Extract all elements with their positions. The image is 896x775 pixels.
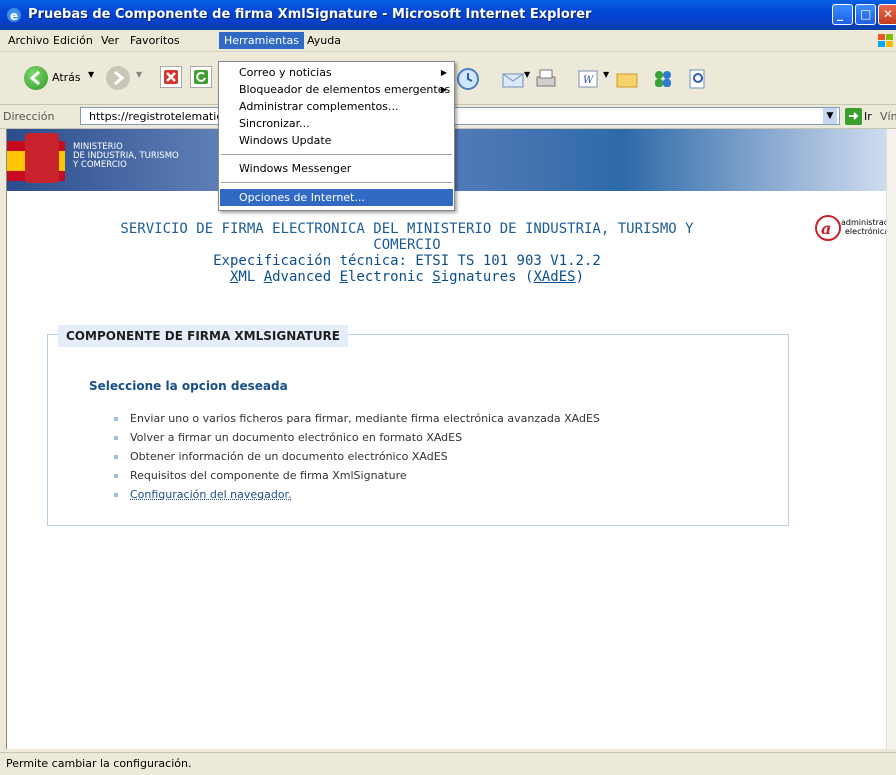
menu-separator [221, 154, 452, 155]
internet-explorer-icon: e [6, 7, 22, 23]
go-button[interactable] [845, 108, 862, 125]
back-arrow-icon [24, 66, 48, 90]
maximize-icon: □ [860, 8, 871, 20]
windows-logo-icon [876, 32, 896, 50]
back-button[interactable] [24, 66, 48, 90]
svg-text:e: e [10, 9, 18, 23]
menu-bar: Archivo Edición Ver Favoritos Herramient… [0, 30, 896, 52]
menu-edicion[interactable]: Edición [48, 32, 98, 49]
window-titlebar: e Pruebas de Componente de firma XmlSign… [0, 0, 896, 30]
submenu-arrow-icon: ▶ [441, 81, 447, 98]
address-input[interactable]: https://registrotelematico ▼ [80, 107, 840, 125]
minimize-button[interactable]: _ [832, 4, 853, 25]
menu-ayuda[interactable]: Ayuda [302, 32, 346, 49]
stop-icon [161, 67, 181, 87]
svg-text:a: a [821, 219, 831, 238]
maximize-button[interactable]: □ [855, 4, 876, 25]
option-obtener-informacion[interactable]: Obtener información de un documento elec… [114, 447, 600, 466]
menu-item-messenger[interactable]: Windows Messenger [220, 160, 453, 177]
header-line-4: XML Advanced Electronic Signatures (XAdE… [27, 269, 787, 285]
menu-item-bloqueador[interactable]: Bloqueador de elementos emergentes ▶ [220, 81, 453, 98]
mail-icon[interactable] [500, 66, 526, 92]
forward-dropdown-icon[interactable]: ▼ [136, 70, 142, 79]
address-label: Dirección [3, 110, 54, 123]
research-icon[interactable] [685, 66, 711, 92]
address-dropdown-icon[interactable]: ▼ [823, 108, 837, 124]
ministry-name: MINISTERIO DE INDUSTRIA, TURISMO Y COMER… [73, 143, 179, 170]
option-configuracion-navegador[interactable]: Configuración del navegador. [114, 485, 600, 504]
menu-item-sincronizar[interactable]: Sincronizar... [220, 115, 453, 132]
svg-text:W: W [583, 75, 594, 86]
administracion-electronica-logo: a administración electrónica [815, 215, 885, 245]
vertical-scrollbar[interactable] [886, 129, 896, 749]
menu-item-correo[interactable]: Correo y noticias ▶ [220, 64, 453, 81]
edit-word-icon[interactable]: W [575, 66, 601, 92]
xades-link[interactable]: XAdES [533, 269, 575, 285]
at-sign-icon: a [815, 215, 841, 241]
minimize-icon: _ [837, 8, 843, 20]
logo-line-1: administración [841, 219, 887, 227]
stop-button[interactable] [160, 66, 182, 88]
links-label[interactable]: Vínculos [880, 110, 896, 123]
window-title: Pruebas de Componente de firma XmlSignat… [28, 7, 591, 22]
back-dropdown-icon[interactable]: ▼ [88, 70, 94, 79]
messenger-icon[interactable] [650, 66, 676, 92]
go-label[interactable]: Ir [864, 110, 872, 123]
herramientas-menu: Correo y noticias ▶ Bloqueador de element… [218, 61, 455, 211]
header-line-2: COMERCIO [27, 237, 787, 253]
page-viewport: MINISTERIO DE INDUSTRIA, TURISMO Y COMER… [6, 129, 887, 749]
service-header: SERVICIO DE FIRMA ELECTRONICA DEL MINIST… [27, 221, 787, 285]
history-icon[interactable] [455, 66, 481, 92]
status-text: Permite cambiar la configuración. [6, 757, 191, 770]
edit-dropdown-icon[interactable]: ▼ [603, 70, 609, 79]
submenu-arrow-icon: ▶ [441, 64, 447, 81]
signature-component-panel: COMPONENTE DE FIRMA XMLSIGNATURE Selecci… [47, 334, 789, 526]
logo-line-2: electrónica [845, 228, 887, 236]
menu-herramientas[interactable]: Herramientas [219, 32, 304, 49]
close-button[interactable]: ✕ [878, 4, 896, 25]
close-icon: ✕ [883, 8, 893, 20]
panel-subtitle: Seleccione la opcion deseada [89, 379, 288, 393]
address-value[interactable]: https://registrotelematico [89, 110, 229, 123]
header-line-3: Expecificación técnica: ETSI TS 101 903 … [27, 253, 787, 269]
menu-item-windows-update[interactable]: Windows Update [220, 132, 453, 149]
forward-arrow-icon [106, 66, 130, 90]
refresh-button[interactable] [190, 66, 212, 88]
option-requisitos[interactable]: Requisitos del componente de firma XmlSi… [114, 466, 600, 485]
menu-item-administrar[interactable]: Administrar complementos... [220, 98, 453, 115]
option-enviar-ficheros[interactable]: Enviar uno o varios ficheros para firmar… [114, 409, 600, 428]
menu-item-opciones-internet[interactable]: Opciones de Internet... [220, 189, 453, 206]
header-line-1: SERVICIO DE FIRMA ELECTRONICA DEL MINIST… [27, 221, 787, 237]
go-arrow-icon [845, 108, 862, 125]
menu-archivo[interactable]: Archivo [3, 32, 54, 49]
status-bar: Permite cambiar la configuración. [0, 752, 896, 775]
menu-ver[interactable]: Ver [96, 32, 124, 49]
forward-button[interactable] [106, 66, 130, 90]
panel-title: COMPONENTE DE FIRMA XMLSIGNATURE [58, 325, 348, 347]
folder-icon[interactable] [614, 66, 640, 92]
print-icon[interactable] [533, 66, 559, 92]
menu-favoritos[interactable]: Favoritos [125, 32, 185, 49]
coat-of-arms-icon [25, 133, 59, 183]
options-list: Enviar uno o varios ficheros para firmar… [114, 409, 600, 504]
back-label[interactable]: Atrás [52, 71, 81, 84]
menu-separator [221, 182, 452, 183]
refresh-icon [191, 67, 211, 87]
mail-dropdown-icon[interactable]: ▼ [524, 70, 530, 79]
option-volver-firmar[interactable]: Volver a firmar un documento electrónico… [114, 428, 600, 447]
